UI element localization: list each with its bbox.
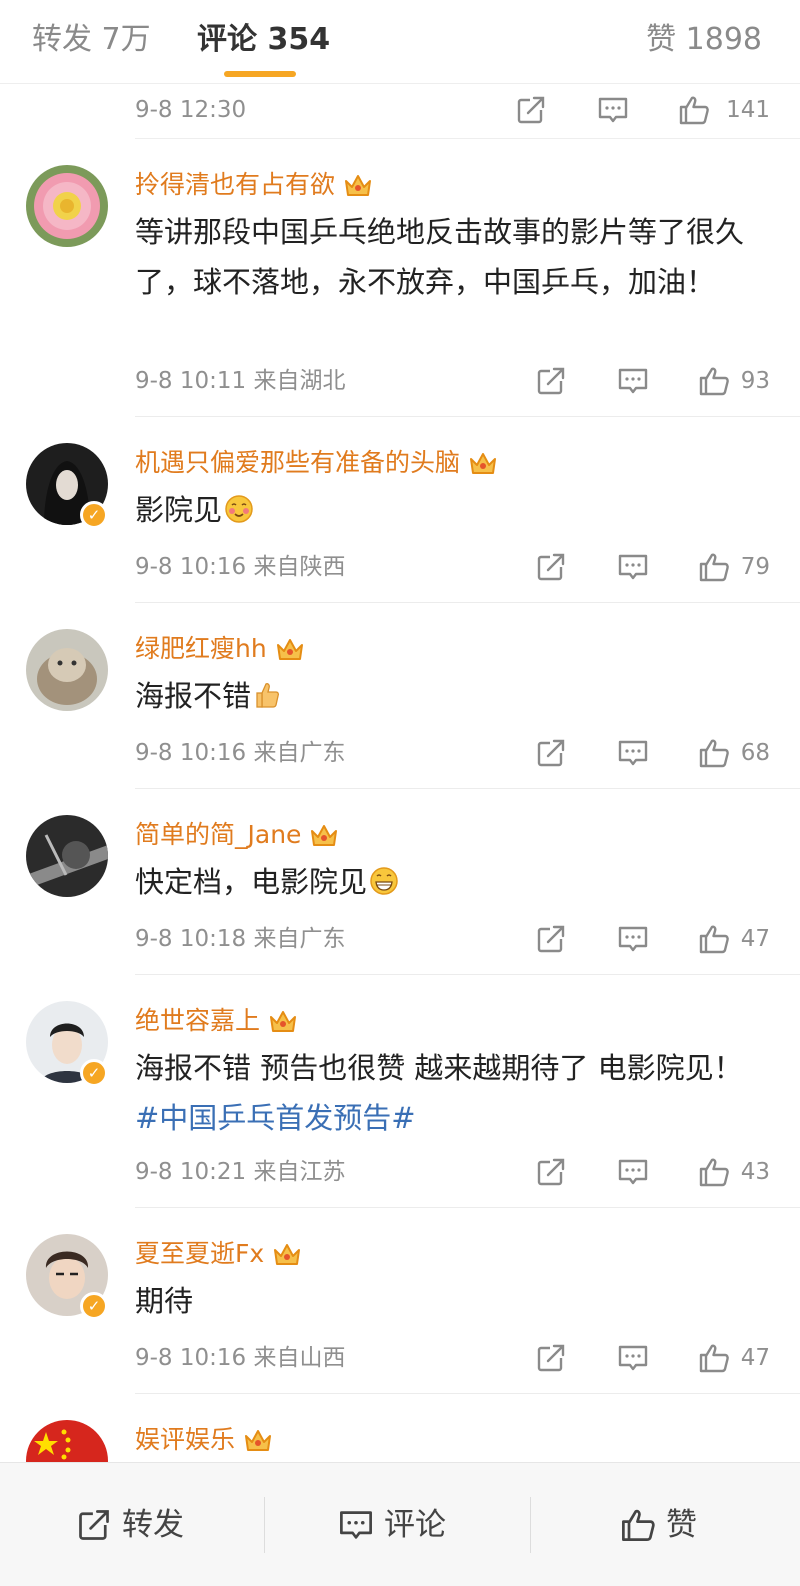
avatar[interactable] bbox=[26, 629, 108, 711]
hashtag-link[interactable]: #中国乒乓首发预告# bbox=[135, 1101, 416, 1135]
share-icon[interactable] bbox=[535, 737, 567, 769]
username[interactable]: 机遇只偏爱那些有准备的头脑 bbox=[135, 443, 498, 479]
crown-badge-icon bbox=[268, 1009, 298, 1035]
crown-badge-icon bbox=[243, 1428, 273, 1454]
like-label: 赞 bbox=[666, 1507, 697, 1543]
crown-badge-icon bbox=[275, 637, 305, 663]
comment-meta: 9-8 10:16 来自广东 bbox=[135, 740, 346, 766]
grinning-face-emoji-icon bbox=[370, 867, 398, 895]
bottom-action-bar: 转发 评论 赞 bbox=[0, 1462, 800, 1586]
comment-icon[interactable] bbox=[617, 923, 649, 955]
crown-badge-icon bbox=[343, 173, 373, 199]
share-icon[interactable] bbox=[535, 551, 567, 583]
username[interactable]: 拎得清也有占有欲 bbox=[135, 165, 373, 201]
like-count: 47 bbox=[740, 1345, 770, 1371]
comment-icon[interactable] bbox=[617, 365, 649, 397]
like-count: 141 bbox=[726, 97, 770, 123]
thumbs-up-icon[interactable] bbox=[678, 94, 710, 126]
comment-text: 海报不错 预告也很赞 越来越期待了 电影院见！#中国乒乓首发预告# bbox=[135, 1051, 743, 1135]
username[interactable]: 夏至夏逝Fx bbox=[135, 1234, 302, 1270]
repost-label: 转发 bbox=[122, 1507, 184, 1543]
comment-text: 快定档，电影院见 bbox=[135, 857, 755, 907]
comment-text: 海报不错 bbox=[135, 671, 755, 721]
comment-item: ✓ 夏至夏逝Fx 期待 9-8 10:16 来自山西 47 bbox=[0, 1208, 800, 1394]
comment-text: 等讲那段中国乒乓绝地反击故事的影片等了很久了，球不落地，永不放弃，中国乒乓，加油… bbox=[135, 215, 745, 299]
thumbs-up-icon[interactable] bbox=[698, 1342, 730, 1374]
comment-list: 拎得清也有占有欲 等讲那段中国乒乓绝地反击故事的影片等了很久了，球不落地，永不放… bbox=[0, 139, 800, 1514]
comment-item: 绿肥红瘦hh 海报不错 9-8 10:16 来自广东 68 bbox=[0, 603, 800, 789]
blushing-face-emoji-icon bbox=[225, 495, 253, 523]
comment-meta: 9-8 10:16 来自山西 bbox=[135, 1345, 346, 1371]
like-button[interactable]: 赞 bbox=[620, 1463, 697, 1586]
username[interactable]: 绿肥红瘦hh bbox=[135, 629, 305, 665]
comment-item: ✓ 机遇只偏爱那些有准备的头脑 影院见 9-8 10:16 来自陕西 79 bbox=[0, 417, 800, 603]
comment-icon bbox=[340, 1510, 372, 1539]
like-count: 93 bbox=[740, 368, 770, 394]
thumbs-up-icon[interactable] bbox=[698, 1156, 730, 1188]
comment-button[interactable]: 评论 bbox=[338, 1463, 446, 1586]
thumbs-up-icon[interactable] bbox=[698, 551, 730, 583]
verified-badge-icon: ✓ bbox=[80, 501, 108, 529]
comment-icon[interactable] bbox=[617, 551, 649, 583]
tab-repost[interactable]: 转发 7万 bbox=[32, 20, 151, 60]
username[interactable]: 简单的简_Jane bbox=[135, 815, 339, 851]
avatar[interactable] bbox=[26, 165, 108, 247]
comment-meta: 9-8 10:18 来自广东 bbox=[135, 926, 346, 952]
share-icon[interactable] bbox=[535, 1156, 567, 1188]
comment-icon[interactable] bbox=[617, 1342, 649, 1374]
crown-badge-icon bbox=[468, 451, 498, 477]
comment-tabs: 转发 7万 评论 354 赞 1898 bbox=[0, 0, 800, 84]
comment-meta: 9-8 10:21 来自江苏 bbox=[135, 1159, 346, 1185]
share-icon[interactable] bbox=[535, 923, 567, 955]
repost-button[interactable]: 转发 bbox=[76, 1463, 184, 1586]
comment-icon[interactable] bbox=[617, 737, 649, 769]
comment-icon[interactable] bbox=[597, 94, 629, 126]
share-icon bbox=[79, 1508, 111, 1540]
crown-badge-icon bbox=[309, 823, 339, 849]
tab-likes[interactable]: 赞 1898 bbox=[646, 20, 762, 60]
like-count: 68 bbox=[740, 740, 770, 766]
thumbs-up-icon[interactable] bbox=[698, 737, 730, 769]
username[interactable]: 绝世容嘉上 bbox=[135, 1001, 298, 1037]
share-icon[interactable] bbox=[535, 365, 567, 397]
like-count: 79 bbox=[740, 554, 770, 580]
verified-badge-icon: ✓ bbox=[80, 1292, 108, 1320]
comment-label: 评论 bbox=[384, 1507, 446, 1543]
comment-text: 期待 bbox=[135, 1284, 194, 1318]
comment-meta: 9-8 10:16 来自陕西 bbox=[135, 554, 346, 580]
comment-meta: 9-8 10:11 来自湖北 bbox=[135, 368, 346, 394]
share-icon[interactable] bbox=[515, 94, 547, 126]
thumbs-up-icon[interactable] bbox=[698, 923, 730, 955]
thumbs-up-icon bbox=[622, 1509, 655, 1541]
share-icon[interactable] bbox=[535, 1342, 567, 1374]
avatar[interactable] bbox=[26, 815, 108, 897]
comment-text: 影院见 bbox=[135, 485, 755, 535]
verified-badge-icon: ✓ bbox=[80, 1059, 108, 1087]
like-count: 47 bbox=[740, 926, 770, 952]
like-count: 43 bbox=[740, 1159, 770, 1185]
comment-item: 简单的简_Jane 快定档，电影院见 9-8 10:18 来自广东 47 bbox=[0, 789, 800, 975]
comment-icon[interactable] bbox=[617, 1156, 649, 1188]
thumbs-up-icon[interactable] bbox=[698, 365, 730, 397]
active-tab-indicator bbox=[224, 71, 296, 77]
tab-comments[interactable]: 评论 354 bbox=[197, 20, 330, 60]
comment-time: 9-8 12:30 bbox=[135, 97, 247, 123]
comment-item: ✓ 绝世容嘉上 海报不错 预告也很赞 越来越期待了 电影院见！#中国乒乓首发预告… bbox=[0, 975, 800, 1208]
previous-comment-meta: 9-8 12:30 141 bbox=[0, 84, 800, 139]
crown-badge-icon bbox=[272, 1242, 302, 1268]
thumbs-up-emoji-icon bbox=[256, 683, 280, 708]
comment-item: 拎得清也有占有欲 等讲那段中国乒乓绝地反击故事的影片等了很久了，球不落地，永不放… bbox=[0, 139, 800, 417]
username[interactable]: 娱评娱乐 bbox=[135, 1420, 273, 1456]
